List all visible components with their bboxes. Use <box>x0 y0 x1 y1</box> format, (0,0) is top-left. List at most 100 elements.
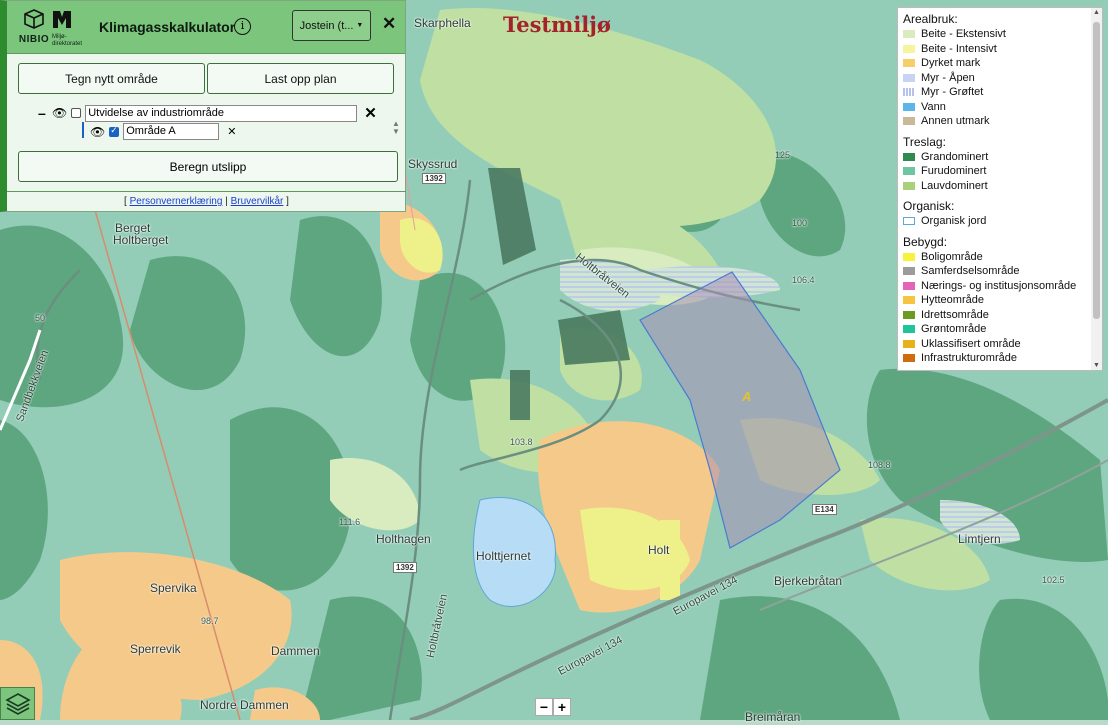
legend-label: Grøntområde <box>921 323 987 336</box>
footer-bracket: ] <box>286 196 289 207</box>
legend-swatch <box>903 339 915 348</box>
area-checkbox[interactable] <box>109 125 120 137</box>
footer-separator: | <box>225 196 228 207</box>
legend-item: Idrettsområde <box>903 308 1098 323</box>
legend-label: Nærings- og institusjonsområde <box>921 279 1077 292</box>
legend-item: Samferdselsområde <box>903 264 1098 279</box>
legend-swatch <box>903 88 915 97</box>
legend-item: Grandominert <box>903 150 1098 165</box>
footer-bracket: [ <box>124 196 127 207</box>
elevation-label: 125 <box>775 150 791 160</box>
area-name-input[interactable]: Område A <box>123 123 220 140</box>
legend-item: Grøntområde <box>903 322 1098 337</box>
place-label: Dammen <box>271 644 320 658</box>
legend-label: Annen utmark <box>921 115 990 128</box>
legend-label: Lauvdominert <box>921 179 988 192</box>
legend-label: Myr - Grøftet <box>921 86 984 99</box>
collapse-icon[interactable]: – <box>38 105 48 121</box>
close-panel-icon[interactable]: ✕ <box>382 14 396 34</box>
legend-item: Myr - Åpen <box>903 71 1098 86</box>
eye-icon[interactable]: 👁 <box>90 125 105 139</box>
place-label: Holttjernet <box>476 549 531 563</box>
elevation-label: 111.6 <box>339 517 361 527</box>
delete-group-icon[interactable]: ✕ <box>364 104 377 122</box>
miljodirektoratet-logo-icon <box>53 11 71 28</box>
legend-label: Hytteområde <box>921 294 984 307</box>
scroll-down-icon[interactable]: ▼ <box>1093 362 1100 369</box>
legend-label: Furudominert <box>921 165 987 178</box>
legend-item: Beite - Intensivt <box>903 42 1098 57</box>
layer-group-row: – 👁 Utvidelse av industriområde ✕ <box>38 104 377 122</box>
user-menu-button[interactable]: Jostein (t... ▼ <box>292 10 371 41</box>
legend-label: Dyrket mark <box>921 57 981 70</box>
legend-item: Vann <box>903 100 1098 115</box>
legend-label: Infrastrukturområde <box>921 352 1017 365</box>
legend-item: Infrastrukturområde <box>903 351 1098 366</box>
legend-swatch <box>903 310 915 319</box>
miljodirektoratet-logo-text: Miljø- direktoratet <box>52 34 83 47</box>
legend-label: Samferdselsområde <box>921 265 1020 278</box>
legend-label: Boligområde <box>921 250 983 263</box>
place-label: Holthagen <box>376 532 431 546</box>
legend-swatch <box>903 152 915 161</box>
group-checkbox[interactable] <box>71 108 82 118</box>
legend-item: Boligområde <box>903 250 1098 265</box>
privacy-link[interactable]: Personvernerklæring <box>130 196 223 207</box>
road-number-badge: E134 <box>812 504 837 515</box>
map-legend[interactable]: Arealbruk: Beite - Ekstensivt Beite - Inte… <box>897 7 1103 371</box>
eye-icon[interactable]: 👁 <box>52 106 67 120</box>
zoom-out-button[interactable]: − <box>535 698 553 716</box>
user-name: Jostein (t... <box>299 19 354 32</box>
legend-swatch <box>903 59 915 68</box>
legend-item: Uklassifisert område <box>903 337 1098 352</box>
legend-swatch <box>903 30 915 39</box>
legend-section-title: Bebygd: <box>903 234 948 249</box>
legend-label: Beite - Ekstensivt <box>921 28 1006 41</box>
legend-swatch <box>903 217 915 226</box>
elevation-label: 100 <box>792 218 808 228</box>
place-label: Spervika <box>150 581 197 595</box>
legend-section-title: Treslag: <box>903 134 946 149</box>
legend-item: Dyrket mark <box>903 56 1098 71</box>
delete-area-icon[interactable]: ✕ <box>227 125 236 138</box>
legend-label: Uklassifisert område <box>921 337 1021 350</box>
group-name-input[interactable]: Utvidelse av industriområde <box>85 104 358 122</box>
legend-label: Beite - Intensivt <box>921 42 997 55</box>
layers-button[interactable] <box>0 687 35 720</box>
elevation-label: 50 <box>35 313 46 323</box>
legend-item: Myr - Grøftet <box>903 85 1098 100</box>
calculate-emissions-button[interactable]: Beregn utslipp <box>18 151 398 182</box>
legend-scroll-thumb[interactable] <box>1093 22 1100 319</box>
legend-section-title: Organisk: <box>903 199 955 213</box>
legend-swatch <box>903 102 915 111</box>
draw-new-area-button[interactable]: Tegn nytt område <box>18 63 205 94</box>
tree-connector <box>82 122 84 138</box>
nibio-logo-icon <box>24 9 44 29</box>
elevation-label: 108.8 <box>868 460 891 470</box>
legend-swatch <box>903 281 915 290</box>
panel-scroll-arrows[interactable]: ▲ ▼ <box>392 120 400 136</box>
legend-swatch <box>903 167 915 176</box>
app-title: Klimagasskalkulator <box>99 19 236 35</box>
legend-label: Idrettsområde <box>921 308 989 321</box>
elevation-label: 106.4 <box>792 275 815 285</box>
environment-label: Testmiljø <box>503 12 611 37</box>
terms-link[interactable]: Bruvervilkår <box>231 196 284 207</box>
legend-scrollbar[interactable]: ▲ ▼ <box>1091 8 1102 370</box>
legend-swatch <box>903 252 915 261</box>
scroll-up-icon[interactable]: ▲ <box>1093 9 1100 16</box>
legend-item: Hytteområde <box>903 293 1098 308</box>
road-number-badge: 1392 <box>393 562 417 573</box>
elevation-label: 103.8 <box>510 437 533 447</box>
legend-section-title: Arealbruk: <box>903 12 958 26</box>
place-label: Skarphella <box>414 16 471 30</box>
elevation-label: 102.5 <box>1042 575 1065 585</box>
legend-swatch <box>903 73 915 82</box>
legend-label: Organisk jord <box>921 215 987 228</box>
info-icon[interactable]: i <box>234 18 251 35</box>
legend-swatch <box>903 325 915 334</box>
calculator-panel: NIBIO Miljø- direktoratet Klimagasskalku… <box>0 0 406 212</box>
upload-plan-button[interactable]: Last opp plan <box>207 63 394 94</box>
legend-swatch <box>903 296 915 305</box>
zoom-in-button[interactable]: + <box>553 698 571 716</box>
